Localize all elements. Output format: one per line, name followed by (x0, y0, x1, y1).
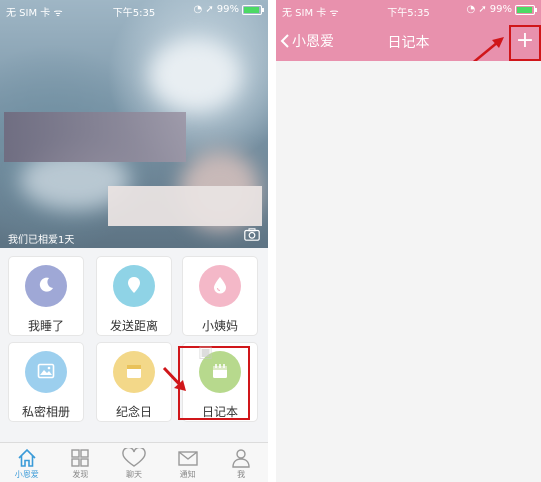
screen-divider (268, 0, 276, 482)
battery-percent: 99% (216, 4, 239, 15)
feature-send-distance[interactable]: 发送距离 (96, 256, 172, 336)
tab-home[interactable]: 小恩爱 (0, 443, 54, 482)
lock-rotation-icon: ◔ ➚ (466, 4, 487, 15)
calendar-icon (127, 365, 141, 378)
tab-label: 通知 (179, 470, 196, 479)
tab-label: 发现 (72, 470, 89, 479)
feature-label: 小姨妈 (201, 319, 238, 333)
tab-chat[interactable]: 聊天 (107, 443, 161, 482)
redacted-overlay (108, 186, 262, 226)
watermark-logo: ▣ (198, 342, 214, 361)
arrow-annotation-icon (162, 366, 186, 391)
tab-notifications[interactable]: 通知 (161, 443, 215, 482)
tab-label: 小恩爱 (14, 470, 39, 479)
tab-label: 我 (237, 470, 246, 479)
redacted-overlay (4, 112, 186, 162)
battery-status: ◔ ➚ 99% (193, 4, 264, 15)
feature-sleep[interactable]: 我睡了 (8, 256, 84, 336)
photo-blur-highlight (150, 40, 240, 110)
feature-label: 纪念日 (115, 405, 152, 419)
battery-icon (515, 4, 537, 15)
right-phone-screen: 无 SIM 卡 ᯤ 下午5:35 ◔ ➚ 99% 小恩爱 日记本 + (276, 0, 541, 482)
battery-percent: 99% (489, 4, 512, 15)
grid-icon (71, 449, 90, 467)
location-icon (128, 277, 140, 293)
person-icon (232, 449, 250, 468)
left-phone-screen: 我们已相爱1天 无 SIM 卡 ᯤ 下午5:35 ◔ ➚ 99% 我睡了 发送距… (0, 0, 268, 482)
tab-discover[interactable]: 发现 (54, 443, 108, 482)
battery-status: ◔ ➚ 99% (466, 4, 537, 15)
feature-private-album[interactable]: 私密相册 (8, 342, 84, 422)
camera-icon[interactable] (244, 228, 260, 241)
feature-label: 发送距离 (109, 319, 158, 333)
days-in-love-caption: 我们已相爱1天 (8, 235, 75, 246)
drop-icon (214, 277, 226, 294)
couple-photo-banner[interactable]: 我们已相爱1天 (0, 0, 268, 248)
heart-icon (122, 448, 146, 467)
battery-icon (242, 4, 264, 15)
photo-icon (37, 363, 55, 379)
lock-rotation-icon: ◔ ➚ (193, 4, 214, 15)
home-icon (18, 448, 36, 467)
moon-icon (39, 277, 53, 292)
diary-content-area (276, 61, 541, 482)
status-bar: 无 SIM 卡 ᯤ 下午5:35 ◔ ➚ 99% (0, 0, 268, 20)
mail-icon (177, 451, 198, 466)
battery-fill (517, 6, 532, 13)
tab-label: 聊天 (125, 470, 142, 479)
tab-me[interactable]: 我 (214, 443, 268, 482)
feature-label: 私密相册 (21, 405, 70, 419)
status-bar: 无 SIM 卡 ᯤ 下午5:35 ◔ ➚ 99% (276, 0, 541, 20)
feature-label: 我睡了 (27, 319, 64, 333)
add-button-highlight-box (509, 25, 541, 61)
feature-period[interactable]: 小姨妈 (182, 256, 258, 336)
bottom-tab-bar: 小恩爱 发现 聊天 通知 我 (0, 442, 268, 482)
battery-fill (244, 6, 259, 13)
